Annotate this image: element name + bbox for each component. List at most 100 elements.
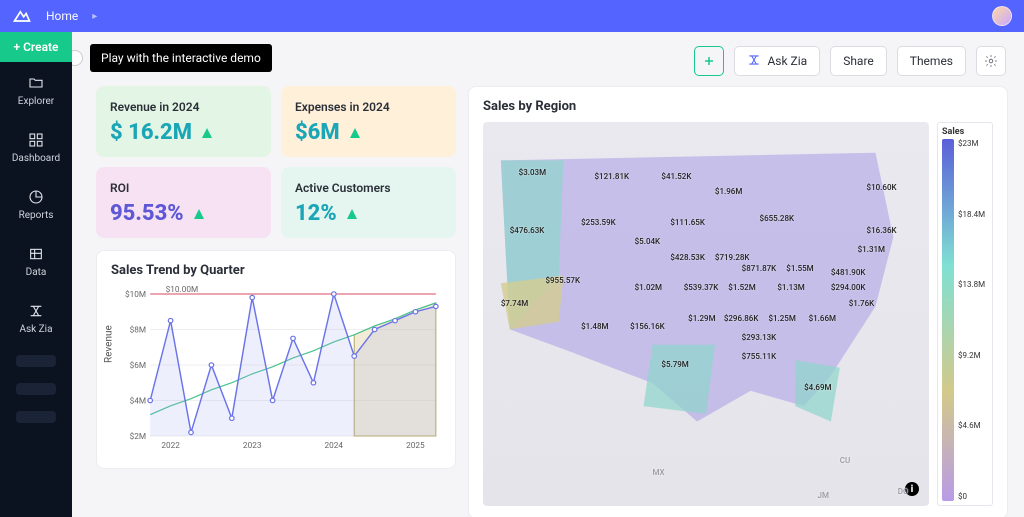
sidebar-item-label: Reports	[19, 210, 54, 221]
tooltip-text: Play with the interactive demo	[90, 44, 272, 72]
state-value-label: $1.02M	[635, 283, 662, 292]
state-value-label: $253.59K	[581, 218, 616, 227]
country-code-label: MX	[652, 468, 664, 477]
kpi-label: ROI	[110, 181, 257, 195]
state-value-label: $296.86K	[724, 314, 759, 323]
state-value-label: $3.03M	[519, 168, 546, 177]
state-value-label: $871.87K	[742, 264, 777, 273]
state-value-label: $719.28K	[715, 253, 750, 262]
state-value-label: $121.81K	[595, 172, 630, 181]
demo-tooltip: Play with the interactive demo	[72, 44, 272, 72]
top-bar: Home ▸	[0, 0, 1024, 32]
kpi-grid: Revenue in 2024 $ 16.2M Expenses in 2024…	[96, 86, 456, 238]
svg-text:2025: 2025	[406, 440, 425, 450]
legend-tick: $9.2M	[958, 351, 988, 360]
svg-text:$6M: $6M	[130, 360, 146, 370]
kpi-revenue[interactable]: Revenue in 2024 $ 16.2M	[96, 86, 271, 157]
state-value-label: $539.37K	[684, 283, 719, 292]
svg-text:2022: 2022	[161, 440, 180, 450]
sidebar-item-reports[interactable]: Reports	[0, 176, 72, 233]
svg-text:$10M: $10M	[125, 289, 146, 299]
state-value-label: $5.79M	[661, 360, 688, 369]
state-value-label: $10.60K	[867, 183, 897, 192]
region-map[interactable]: i $3.03M$121.81K$41.52K$1.96M$10.60K$476…	[483, 122, 929, 506]
svg-text:2023: 2023	[243, 440, 262, 450]
sidebar-item-label: Data	[26, 267, 47, 278]
themes-button[interactable]: Themes	[897, 46, 966, 76]
kpi-value: 95.53%	[110, 201, 184, 226]
panel-title: Sales by Region	[483, 99, 993, 114]
trend-chart: $2M$4M$6M$8M$10M$10.00M2022202320242025	[111, 286, 441, 456]
legend-tick: $18.4M	[958, 210, 988, 219]
database-icon	[27, 245, 45, 263]
kpi-expenses[interactable]: Expenses in 2024 $6M	[281, 86, 456, 157]
legend-title: Sales	[942, 127, 988, 137]
state-value-label: $1.31M	[858, 245, 885, 254]
kpi-roi[interactable]: ROI 95.53%	[96, 167, 271, 238]
state-value-label: $1.25M	[768, 314, 795, 323]
ask-zia-button[interactable]: Ask Zia	[734, 46, 820, 76]
breadcrumb-chevron-icon: ▸	[92, 11, 97, 22]
kpi-value: $6M	[295, 120, 340, 145]
app-logo-icon	[12, 6, 32, 26]
state-value-label: $4.69M	[804, 383, 831, 392]
sales-by-region-panel[interactable]: Sales by Region i $3.03M$121.81K$41.52K$…	[468, 86, 1008, 517]
button-label: Ask Zia	[767, 54, 807, 68]
pie-chart-icon	[27, 188, 45, 206]
folder-icon	[27, 74, 45, 92]
svg-text:$8M: $8M	[130, 325, 146, 335]
add-widget-button[interactable]	[694, 46, 724, 76]
sidebar-placeholder	[16, 383, 56, 395]
sidebar-placeholder	[16, 411, 56, 423]
state-value-label: $476.63K	[510, 226, 545, 235]
trend-up-icon	[350, 128, 360, 138]
home-link[interactable]: Home	[46, 9, 78, 23]
state-value-label: $655.28K	[760, 214, 795, 223]
button-label: Themes	[910, 54, 953, 68]
state-value-label: $1.55M	[786, 264, 813, 273]
country-code-label: JM	[818, 491, 829, 500]
kpi-value: $ 16.2M	[110, 120, 192, 145]
dashboard-icon	[27, 131, 45, 149]
state-value-label: $1.29M	[688, 314, 715, 323]
state-value-label: $16.36K	[867, 226, 897, 235]
svg-text:$10.00M: $10.00M	[166, 286, 199, 294]
country-code-label: DO	[898, 487, 909, 496]
legend-tick: $13.8M	[958, 280, 988, 289]
state-value-label: $294.00K	[831, 283, 866, 292]
trend-up-icon	[347, 209, 357, 219]
svg-text:$4M: $4M	[130, 396, 146, 406]
state-value-label: $1.13M	[777, 283, 804, 292]
country-code-label: CU	[840, 456, 850, 465]
state-value-label: $7.74M	[501, 299, 528, 308]
state-value-label: $1.66M	[809, 314, 836, 323]
sidebar-item-explorer[interactable]: Explorer	[0, 62, 72, 119]
kpi-customers[interactable]: Active Customers 12%	[281, 167, 456, 238]
sidebar-item-dashboard[interactable]: Dashboard	[0, 119, 72, 176]
kpi-label: Revenue in 2024	[110, 100, 257, 114]
state-value-label: $41.52K	[661, 172, 691, 181]
state-value-label: $1.76K	[849, 299, 874, 308]
sidebar-item-data[interactable]: Data	[0, 233, 72, 290]
user-avatar[interactable]	[992, 6, 1012, 26]
kpi-label: Active Customers	[295, 181, 442, 195]
state-value-label: $755.11K	[742, 352, 777, 361]
settings-button[interactable]	[976, 46, 1006, 76]
sales-trend-panel[interactable]: Sales Trend by Quarter Revenue $2M$4M$6M…	[96, 250, 456, 469]
legend-gradient-icon	[942, 139, 954, 501]
panel-title: Sales Trend by Quarter	[111, 263, 441, 278]
sidebar-item-ask-zia[interactable]: Ask Zia	[0, 290, 72, 347]
button-label: Share	[843, 54, 874, 68]
share-button[interactable]: Share	[830, 46, 887, 76]
kpi-value: 12%	[295, 201, 337, 226]
state-value-label: $481.90K	[831, 268, 866, 277]
sidebar-item-label: Explorer	[18, 96, 54, 107]
sidebar-item-label: Dashboard	[12, 153, 60, 164]
sidebar-item-label: Ask Zia	[19, 324, 52, 335]
y-axis-label: Revenue	[104, 325, 115, 363]
svg-text:2024: 2024	[325, 440, 344, 450]
trend-up-icon	[194, 209, 204, 219]
state-value-label: $428.53K	[670, 253, 705, 262]
create-button[interactable]: + Create	[0, 32, 72, 62]
state-value-label: $5.04K	[635, 237, 660, 246]
